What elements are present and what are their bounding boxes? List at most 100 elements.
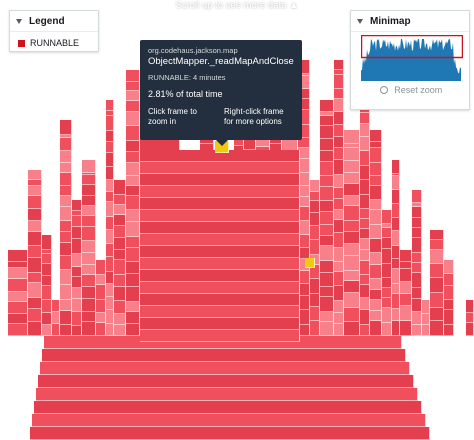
- collapse-triangle-icon[interactable]: [357, 18, 363, 24]
- stack-frame[interactable]: [370, 200, 382, 210]
- stack-frame[interactable]: [106, 284, 114, 297]
- stack-frame[interactable]: [310, 294, 320, 307]
- stack-frame[interactable]: [392, 176, 400, 190]
- stack-frame[interactable]: [320, 273, 334, 287]
- stack-frame[interactable]: [34, 401, 422, 414]
- stack-frame[interactable]: [344, 161, 360, 173]
- stack-frame[interactable]: [42, 313, 52, 325]
- stack-frame[interactable]: [42, 264, 52, 276]
- stack-frame[interactable]: [382, 288, 392, 298]
- stack-frame[interactable]: [106, 244, 114, 257]
- stack-frame[interactable]: [334, 125, 344, 137]
- stack-frame[interactable]: [140, 186, 300, 198]
- stack-frame[interactable]: [96, 313, 106, 323]
- stack-frame[interactable]: [422, 300, 430, 314]
- stack-frame[interactable]: [382, 210, 392, 224]
- stack-frame[interactable]: [310, 307, 320, 321]
- stack-frame[interactable]: [310, 226, 320, 240]
- stack-frame[interactable]: [106, 167, 114, 180]
- stack-frame[interactable]: [334, 313, 344, 324]
- stack-frame[interactable]: [392, 190, 400, 204]
- stack-frame[interactable]: [430, 250, 444, 264]
- stack-frame[interactable]: [40, 362, 410, 375]
- stack-frame[interactable]: [400, 294, 412, 306]
- stack-frame[interactable]: [140, 270, 300, 282]
- stack-frame[interactable]: [412, 273, 422, 288]
- stack-frame[interactable]: [360, 124, 370, 137]
- stack-frame[interactable]: [28, 196, 42, 209]
- stack-frame[interactable]: [72, 267, 82, 277]
- stack-frame[interactable]: [320, 162, 334, 176]
- stack-frame[interactable]: [320, 201, 334, 212]
- stack-frame[interactable]: [334, 286, 344, 301]
- stack-frame[interactable]: [8, 268, 28, 279]
- stack-frame[interactable]: [412, 218, 422, 228]
- stack-frame[interactable]: [382, 238, 392, 249]
- stack-frame[interactable]: [382, 278, 392, 288]
- stack-frame[interactable]: [106, 324, 114, 336]
- stack-frame[interactable]: [106, 230, 114, 244]
- stack-frame[interactable]: [430, 230, 444, 240]
- stack-frame[interactable]: [106, 202, 114, 217]
- stack-frame[interactable]: [106, 257, 114, 272]
- stack-frame[interactable]: [360, 229, 370, 239]
- stack-frame[interactable]: [96, 285, 106, 300]
- stack-frame[interactable]: [334, 248, 344, 262]
- stack-frame[interactable]: [444, 286, 454, 300]
- stack-frame[interactable]: [60, 256, 72, 270]
- stack-frame[interactable]: [60, 163, 72, 173]
- stack-frame[interactable]: [370, 163, 382, 176]
- stack-frame[interactable]: [360, 275, 370, 285]
- stack-frame[interactable]: [42, 286, 52, 300]
- stack-frame[interactable]: [60, 270, 72, 285]
- stack-frame[interactable]: [60, 243, 72, 256]
- stack-frame[interactable]: [82, 185, 96, 196]
- stack-frame[interactable]: [82, 160, 96, 173]
- stack-frame[interactable]: [140, 246, 300, 258]
- stack-frame[interactable]: [360, 298, 370, 310]
- stack-frame[interactable]: [82, 299, 96, 312]
- stack-frame[interactable]: [344, 130, 360, 144]
- stack-frame[interactable]: [82, 175, 96, 185]
- stack-frame[interactable]: [370, 311, 382, 321]
- stack-frame[interactable]: [114, 275, 126, 287]
- stack-frame[interactable]: [334, 99, 344, 112]
- stack-frame[interactable]: [320, 322, 334, 336]
- stack-frame[interactable]: [344, 184, 360, 196]
- stack-frame[interactable]: [42, 349, 406, 362]
- stack-frame[interactable]: [82, 265, 96, 275]
- stack-frame[interactable]: [382, 298, 392, 308]
- stack-frame[interactable]: [370, 321, 382, 336]
- stack-frame[interactable]: [140, 198, 300, 210]
- stack-frame[interactable]: [382, 249, 392, 264]
- stack-frame[interactable]: [344, 206, 360, 221]
- stack-frame[interactable]: [320, 287, 334, 297]
- stack-frame[interactable]: [320, 246, 334, 261]
- stack-frame[interactable]: [310, 213, 320, 226]
- stack-frame[interactable]: [82, 241, 96, 253]
- stack-frame[interactable]: [82, 312, 96, 322]
- stack-frame[interactable]: [320, 187, 334, 201]
- stack-frame[interactable]: [466, 300, 474, 313]
- stack-frame[interactable]: [370, 300, 382, 311]
- stack-frame[interactable]: [412, 288, 422, 299]
- stack-frame[interactable]: [392, 321, 400, 336]
- stack-frame[interactable]: [8, 279, 28, 292]
- stack-frame[interactable]: [360, 151, 370, 166]
- stack-frame[interactable]: [8, 314, 28, 324]
- stack-frame[interactable]: [320, 176, 334, 187]
- stack-frame[interactable]: [360, 261, 370, 275]
- stack-frame[interactable]: [114, 226, 126, 238]
- stack-frame[interactable]: [8, 302, 28, 314]
- stack-frame[interactable]: [126, 91, 140, 101]
- stack-frame[interactable]: [60, 207, 72, 221]
- stack-frame[interactable]: [412, 263, 422, 273]
- stack-frame[interactable]: [392, 269, 400, 284]
- stack-frame[interactable]: [126, 248, 140, 262]
- highlighted-frame[interactable]: [305, 258, 315, 268]
- stack-frame[interactable]: [412, 299, 422, 312]
- stack-frame[interactable]: [60, 300, 72, 311]
- stack-frame[interactable]: [370, 279, 382, 290]
- stack-frame[interactable]: [126, 152, 140, 163]
- stack-frame[interactable]: [334, 188, 344, 199]
